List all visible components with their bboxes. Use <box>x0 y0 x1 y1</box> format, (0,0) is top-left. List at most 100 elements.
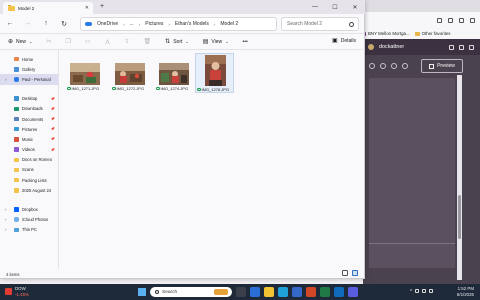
sidebar-item-home[interactable]: Home <box>0 54 58 64</box>
sort-button[interactable]: ⇅ Sort ⌄ <box>165 38 189 46</box>
volume-icon[interactable] <box>422 289 427 293</box>
refresh-icon[interactable]: ↻ <box>60 20 68 28</box>
sidebar-item-docs-on-romeo[interactable]: Docs on Romeo <box>0 155 58 165</box>
preview-button[interactable]: Preview <box>421 59 463 73</box>
start-button[interactable] <box>138 288 146 296</box>
sidebar-item-gallery[interactable]: Gallery <box>0 64 58 74</box>
paste-icon[interactable]: ▭ <box>85 38 91 45</box>
favorites-item-bank[interactable]: BNY Mellon Mortga... <box>362 31 410 36</box>
account-icon[interactable] <box>469 44 474 50</box>
layout-icon[interactable] <box>391 63 397 69</box>
details-view-icon[interactable] <box>342 270 348 276</box>
chevron-right-icon[interactable]: › <box>5 207 7 212</box>
teams-icon[interactable] <box>348 287 358 297</box>
chevron-right-icon[interactable]: › <box>5 227 7 232</box>
chevron-up-icon[interactable]: ^ <box>410 289 412 295</box>
widgets-icon[interactable] <box>250 287 260 297</box>
settings-icon[interactable] <box>459 44 464 50</box>
view-button[interactable]: ▤ View ⌄ <box>203 38 229 46</box>
sidebar-item-label: iCloud Photos <box>22 217 49 223</box>
sidebar-item-videos[interactable]: Videos 📌 <box>0 145 58 155</box>
sidebar-item-onedrive-personal[interactable]: › Paul - Personal <box>0 74 58 85</box>
excel-icon[interactable] <box>320 287 330 297</box>
sidebar-item-desktop[interactable]: Desktop 📌 <box>0 94 58 104</box>
mail-icon[interactable] <box>449 44 454 50</box>
sidebar-item-documents[interactable]: Documents 📌 <box>0 114 58 124</box>
new-button[interactable]: ⊕ New ⌄ <box>8 38 32 46</box>
large-icons-view-icon[interactable] <box>352 270 358 276</box>
file-item[interactable]: IMG_1274.JPG <box>155 53 194 93</box>
battery-icon[interactable] <box>429 289 434 293</box>
explorer-tab[interactable]: Model 2 ✕ <box>3 2 93 14</box>
sidebar-item-label: Documents <box>22 116 44 122</box>
format-icon[interactable] <box>402 63 408 69</box>
pin-icon: 📌 <box>50 137 55 142</box>
favorites-icon[interactable] <box>448 17 453 23</box>
new-tab-button[interactable]: + <box>100 3 104 10</box>
profile-icon[interactable] <box>470 17 475 23</box>
outlook-icon[interactable] <box>334 287 344 297</box>
close-button[interactable]: ✕ <box>345 0 365 14</box>
chevron-right-icon[interactable]: › <box>5 77 7 82</box>
redo-icon[interactable] <box>380 63 386 69</box>
favorites-item-label: BNY Mellon Mortga... <box>368 31 410 36</box>
copy-icon[interactable]: ❐ <box>65 38 70 45</box>
sidebar-item-icloud-photos[interactable]: › iCloud Photos <box>0 215 58 225</box>
file-item[interactable]: IMG_1276.JPG <box>195 53 234 93</box>
search-box[interactable]: Search Model 2 <box>281 17 359 31</box>
back-arrow-icon[interactable]: ← <box>6 20 14 27</box>
market-widget-value: -1.45% <box>15 291 29 297</box>
sidebar-item-packing-lists[interactable]: Packing Lists <box>0 175 58 185</box>
other-favorites[interactable]: Other favorites <box>414 31 450 36</box>
file-item[interactable]: IMG_1271.JPG <box>66 53 105 93</box>
details-button[interactable]: ▣ Details <box>332 37 356 45</box>
sidebar-item-2025-august-24[interactable]: 2025 August 24 <box>0 185 58 195</box>
taskbar: DOW -1.45% Search ^ 1:52 PM 8/1/2025 <box>0 284 480 300</box>
store-icon[interactable] <box>292 287 302 297</box>
file-item[interactable]: IMG_1272.JPG <box>111 53 150 93</box>
breadcrumb-onedrive[interactable]: OneDrive <box>97 21 118 27</box>
breadcrumb-model-2[interactable]: Model 2 <box>220 21 238 27</box>
tab-close-button[interactable]: ✕ <box>85 5 89 11</box>
address-bar[interactable]: OneDrive › ... › Pictures › Ethan's Mode… <box>80 17 277 31</box>
maximize-button[interactable]: ☐ <box>325 0 345 14</box>
wifi-icon[interactable] <box>415 289 420 293</box>
sidebar-item-pictures[interactable]: Pictures 📌 <box>0 124 58 134</box>
taskbar-search[interactable]: Search <box>150 287 232 297</box>
background-scrollbar[interactable] <box>457 75 462 280</box>
cut-icon[interactable]: ✂ <box>46 38 51 45</box>
forward-arrow-icon[interactable]: → <box>24 20 32 27</box>
rename-icon[interactable]: Ａ <box>105 37 111 46</box>
minimize-button[interactable]: — <box>305 0 325 14</box>
sidebar-item-downloads[interactable]: Downloads 📌 <box>0 104 58 114</box>
sidebar-item-dropbox[interactable]: › Dropbox <box>0 204 58 214</box>
share-icon[interactable]: ⇪ <box>125 38 130 45</box>
chevron-down-icon: ⌄ <box>185 39 189 44</box>
videos-icon <box>14 147 19 152</box>
chevron-right-icon[interactable]: › <box>5 217 7 222</box>
market-widget[interactable]: DOW -1.45% <box>5 286 29 297</box>
file-explorer-icon[interactable] <box>264 287 274 297</box>
extension-icon[interactable] <box>437 17 442 23</box>
background-scrollbar-thumb[interactable] <box>458 195 461 239</box>
powerpoint-icon[interactable] <box>306 287 316 297</box>
clock[interactable]: 1:52 PM 8/1/2025 <box>448 286 474 297</box>
pin-icon: 📌 <box>50 147 55 152</box>
breadcrumb-ethans-models[interactable]: Ethan's Models <box>175 21 209 27</box>
sidebar-item-this-pc[interactable]: › This PC <box>0 225 58 235</box>
sidebar-item-scans[interactable]: Scans <box>0 165 58 175</box>
breadcrumb-pictures[interactable]: Pictures <box>145 21 163 27</box>
photo-thumbnail <box>159 63 189 85</box>
sidebar-item-music[interactable]: Music 📌 <box>0 134 58 144</box>
chevron-right-icon: › <box>138 21 141 27</box>
task-view-icon[interactable] <box>236 287 246 297</box>
up-arrow-icon[interactable]: ↑ <box>42 20 50 27</box>
edge-icon[interactable] <box>278 287 288 297</box>
delete-icon[interactable]: 🗑 <box>144 38 152 45</box>
taskbar-apps <box>236 287 358 297</box>
more-options-button[interactable]: ••• <box>243 39 248 45</box>
breadcrumb-overflow[interactable]: ... <box>130 21 134 27</box>
navigation-pane-divider[interactable] <box>58 50 59 269</box>
undo-icon[interactable] <box>369 63 375 69</box>
collections-icon[interactable] <box>459 17 464 23</box>
